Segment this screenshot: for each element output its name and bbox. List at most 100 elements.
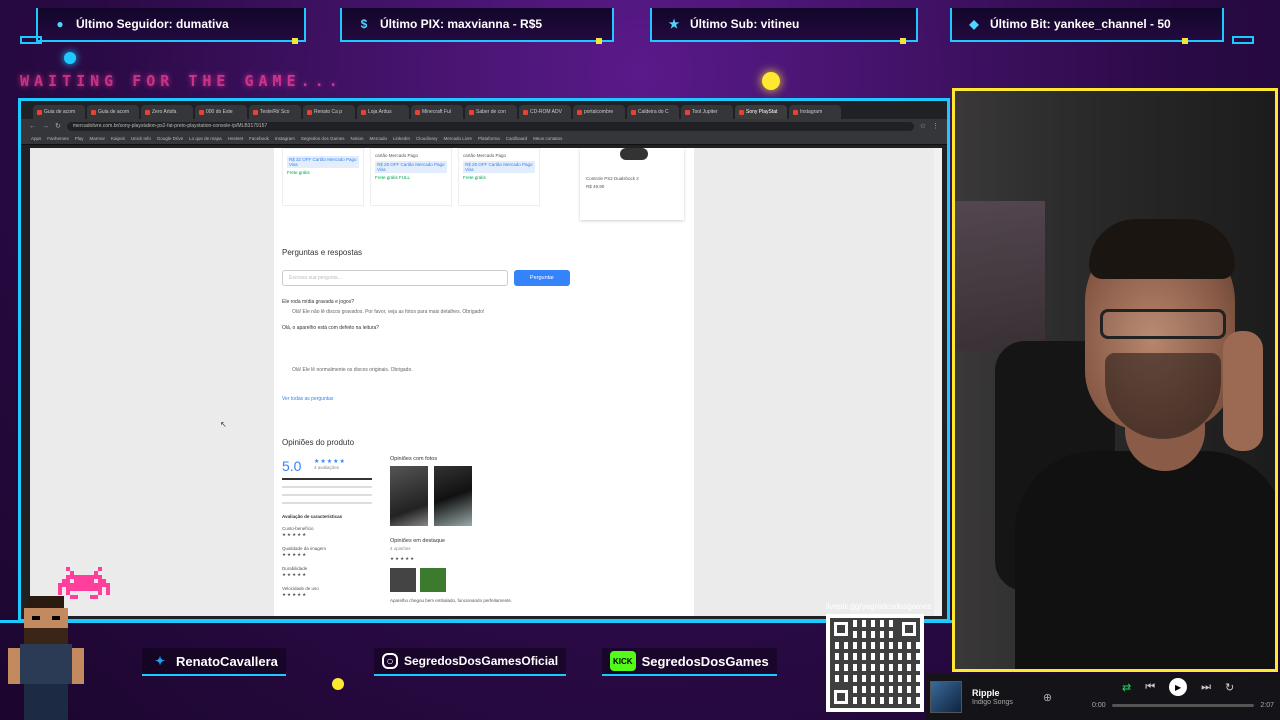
product-card[interactable]: cartão Mercado Pago R$ 28 OFF Cartão Mer… (370, 148, 452, 206)
bookmark-item[interactable]: Google Drive (157, 136, 183, 141)
ask-button[interactable]: Perguntar (514, 270, 570, 286)
bookmark-item[interactable]: Plataforma (478, 136, 500, 141)
figure-shelf (955, 201, 1045, 351)
browser-tab-active[interactable]: Sony PlayStat (735, 105, 787, 119)
qr-code[interactable] (826, 614, 924, 712)
bookmark-item[interactable]: Facebook (249, 136, 269, 141)
stars-icon: ★★★★★ (390, 556, 416, 561)
page-content: R$ 32 OFF Cartão Mercado Pago Visa Frete… (274, 148, 694, 616)
webcam-feed (952, 88, 1278, 672)
play-icon[interactable]: ▶ (1169, 678, 1188, 696)
dollar-icon: $ (360, 17, 368, 31)
question-input[interactable]: Escreva sua pergunta... (282, 270, 508, 286)
bookmark-item[interactable]: Marmor (90, 136, 106, 141)
browser-tab[interactable]: Zero Artsfa (141, 105, 193, 119)
bookmark-item[interactable]: Fanheroes (47, 136, 69, 141)
mouse-cursor-icon: ↖ (220, 420, 227, 429)
tab-favicon-icon (307, 109, 312, 115)
bookmark-item[interactable]: Notion (350, 136, 363, 141)
track-artist: Indigo Songs (972, 699, 1013, 706)
review-photo[interactable] (390, 466, 428, 526)
tab-favicon-icon (577, 109, 582, 115)
browser-capture: Guia de acom Guia de acom Zero Artsfa 00… (18, 98, 950, 622)
bookmark-item[interactable]: Lo que de mapa (189, 136, 222, 141)
browser-tab[interactable]: Teste/Ri/ Sco (249, 105, 301, 119)
menu-icon[interactable]: ⋮ (932, 122, 939, 130)
time-total: 2:07 (1260, 702, 1274, 709)
browser-tab[interactable]: Minecraft Ful (411, 105, 463, 119)
browser-tab[interactable]: Loja Ardus (357, 105, 409, 119)
product-card[interactable]: R$ 32 OFF Cartão Mercado Pago Visa Frete… (282, 148, 364, 206)
browser-tab[interactable]: Instagram (789, 105, 841, 119)
related-product-card[interactable]: Controle PS2 Dualshock 2 R$ 49,90 (580, 148, 684, 220)
bookmark-item[interactable]: Apps (31, 136, 41, 141)
browser-tab[interactable]: Saber de con (465, 105, 517, 119)
product-card[interactable]: cartão Mercado Pago R$ 28 OFF Cartão Mer… (458, 148, 540, 206)
tab-favicon-icon (415, 109, 420, 115)
browser-tab[interactable]: Caldeira do C (627, 105, 679, 119)
alert-bit-label: Último Bit: yankee_channel - 50 (990, 17, 1171, 31)
bookmark-item[interactable]: Segredos dos Games (301, 136, 345, 141)
glasses (1100, 309, 1226, 339)
bookmark-item[interactable]: Cloudinary (416, 136, 438, 141)
deco-yellow-dot (332, 678, 344, 690)
review-photo[interactable] (420, 568, 446, 592)
tab-favicon-icon (145, 109, 150, 115)
featured-title: Opiniões em destaque (390, 538, 446, 544)
bookmark-item[interactable]: LinkedIn (393, 136, 410, 141)
bookmarks-bar: Apps Fanheroes Play Marmor Kaipoti Unick… (21, 133, 947, 145)
instagram-handle: ○ SegredosDosGamesOficial (374, 648, 567, 676)
stars-icon: ★★★★★ (314, 459, 346, 465)
star-icon: ★ (668, 17, 680, 31)
star-bookmark-icon[interactable]: ☆ (920, 122, 926, 130)
forward-icon[interactable]: → (42, 123, 49, 130)
bookmark-item[interactable]: Instagram (275, 136, 295, 141)
back-icon[interactable]: ← (29, 123, 36, 130)
gamepad-icon (620, 148, 648, 160)
shuffle-icon[interactable]: ⇄ (1122, 681, 1131, 694)
bookmark-item[interactable]: Play (75, 136, 84, 141)
see-all-questions-link[interactable]: Ver todas as perguntas (282, 396, 333, 402)
bookmark-item[interactable]: Hostnet (228, 136, 244, 141)
attr-label: Custo-benefício (282, 526, 314, 531)
page-scrollbar[interactable] (934, 148, 942, 616)
bookmark-item[interactable]: Cardboard (506, 136, 527, 141)
alert-last-pix: $ Último PIX: maxvianna - R$5 (340, 8, 614, 42)
reload-icon[interactable]: ↻ (55, 122, 61, 130)
review-snippet: Aparelho chegou bem embalado, funcionand… (390, 598, 513, 603)
previous-icon[interactable]: ⏮ (1145, 681, 1155, 694)
next-icon[interactable]: ⏭ (1201, 681, 1211, 694)
tab-favicon-icon (739, 109, 744, 115)
review-photo[interactable] (434, 466, 472, 526)
waiting-banner: WAITING FOR THE GAME... (20, 72, 343, 90)
alert-last-sub: ★ Último Sub: vitineu (650, 8, 918, 42)
bookmark-item[interactable]: Unick Info (131, 136, 151, 141)
bookmark-item[interactable]: Kaipoti (111, 136, 125, 141)
address-bar[interactable]: mercadolivre.com.br/sony-playstation-ps2… (66, 121, 914, 131)
product-cards: R$ 32 OFF Cartão Mercado Pago Visa Frete… (282, 148, 540, 206)
stars-icon: ★★★★★ (282, 572, 308, 577)
tab-favicon-icon (793, 109, 798, 115)
pixel-avatar-icon (8, 596, 84, 720)
deco-rect-right (1232, 36, 1254, 44)
bookmark-item[interactable]: Mercado (369, 136, 387, 141)
alert-sub-label: Último Sub: vitineu (690, 17, 800, 31)
review-photo[interactable] (390, 568, 416, 592)
browser-tab[interactable]: 000 do Este (195, 105, 247, 119)
qa-question: Ele roda mídia gravada e jogos? (282, 299, 354, 305)
attr-label: Velocidade de uso (282, 586, 319, 591)
browser-tab[interactable]: Renato Ca p (303, 105, 355, 119)
repeat-icon[interactable]: ↻ (1225, 681, 1234, 694)
album-art (930, 681, 962, 713)
browser-tab[interactable]: CD-ROM ADV (519, 105, 571, 119)
browser-tab[interactable]: portalcombre (573, 105, 625, 119)
browser-tab[interactable]: Guia de acom (33, 105, 85, 119)
bookmark-item[interactable]: Mercado Livre (444, 136, 473, 141)
browser-tab[interactable]: Guia de acom (87, 105, 139, 119)
progress-bar[interactable] (1111, 704, 1255, 707)
stars-icon: ★★★★★ (282, 532, 308, 537)
browser-tab[interactable]: Tool Jupiter (681, 105, 733, 119)
add-to-library-icon[interactable]: ⊕ (1043, 691, 1052, 704)
bookmark-item[interactable]: Meus contatos (533, 136, 562, 141)
progress-row: 0:00 2:07 (1092, 702, 1274, 709)
